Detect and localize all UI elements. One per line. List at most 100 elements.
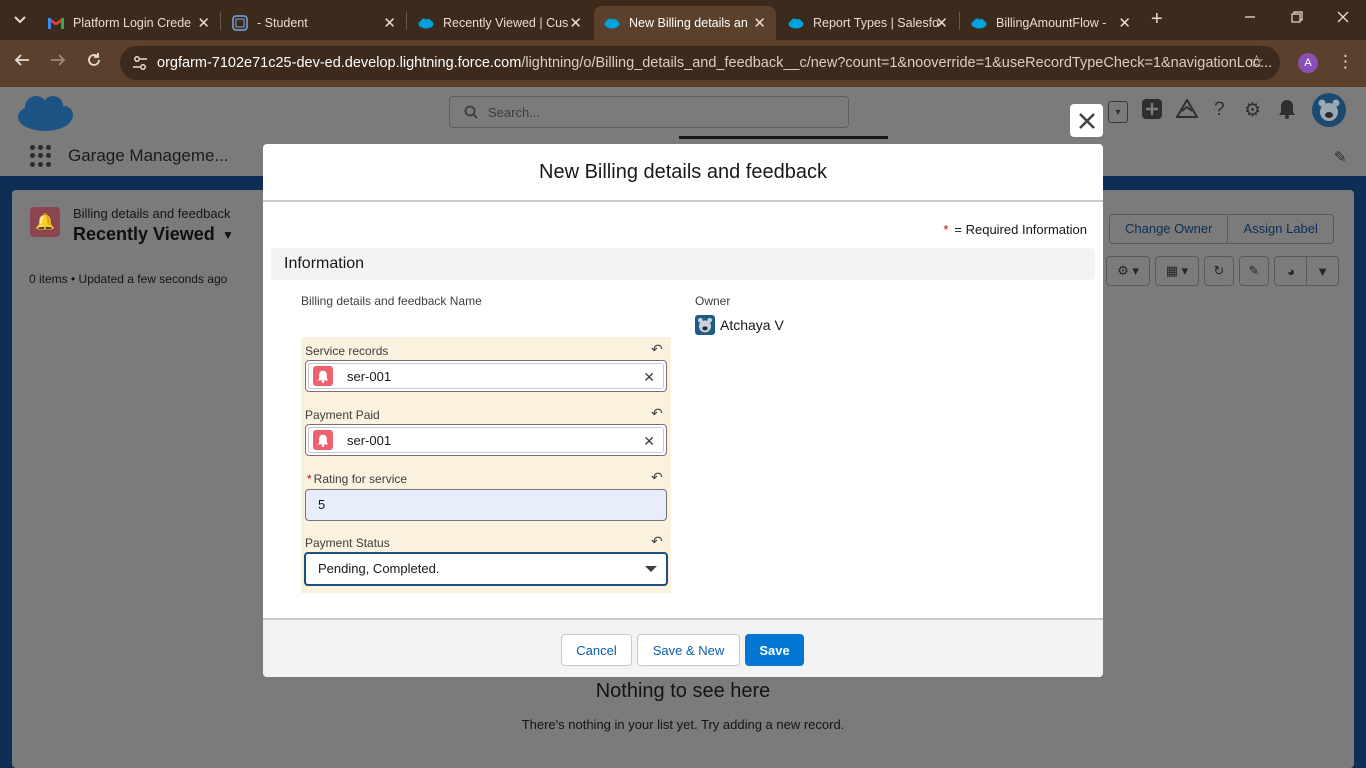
salesforce-icon [418, 15, 434, 31]
refresh-icon[interactable]: ↻ [1204, 256, 1234, 286]
save-and-new-button[interactable]: Save & New [637, 634, 740, 666]
salesforce-logo-icon[interactable] [16, 93, 74, 133]
tab-title: Report Types | Salesfo [813, 16, 940, 30]
tab-search-button[interactable] [8, 8, 32, 32]
reload-icon [88, 53, 100, 66]
search-icon [464, 105, 478, 119]
browser-tab-recently-viewed[interactable]: Recently Viewed | Cus ✕ [408, 6, 592, 40]
close-icon [1078, 112, 1095, 129]
bookmark-star-icon[interactable]: ☆ [1249, 52, 1264, 72]
profile-avatar[interactable]: A [1298, 53, 1318, 73]
close-window-button[interactable] [1337, 10, 1349, 26]
url-host: orgfarm-7102e71c25-dev-ed.develop.lightn… [157, 55, 522, 71]
record-bell-icon [313, 430, 333, 450]
undo-payment-paid-icon[interactable]: ↶ [651, 405, 663, 422]
browser-tab-gmail[interactable]: Platform Login Crede ✕ [38, 6, 220, 40]
list-settings-gear-icon[interactable]: ⚙ ▾ [1106, 256, 1150, 286]
bear-avatar-icon [1318, 99, 1340, 121]
payment-paid-value: ser-001 [347, 432, 392, 448]
student-icon [232, 15, 248, 31]
required-information-text: = Required Information [954, 222, 1087, 237]
cancel-button[interactable]: Cancel [561, 634, 632, 666]
url-path: /lightning/o/Billing_details_and_feedbac… [521, 55, 1273, 71]
tab-title: New Billing details an [629, 16, 748, 30]
service-records-lookup[interactable]: ser-001 ✕ [305, 360, 667, 392]
required-asterisk: * [943, 222, 949, 237]
record-bell-icon [313, 366, 333, 386]
edited-fields-group: Service records ↶ ser-001 ✕ Payment Paid… [301, 337, 671, 593]
clear-selection-icon[interactable]: ✕ [643, 369, 655, 386]
required-asterisk: * [307, 472, 312, 486]
restore-button[interactable] [1291, 10, 1303, 26]
clear-selection-icon[interactable]: ✕ [643, 433, 655, 450]
list-view-name[interactable]: Recently Viewed [73, 224, 215, 245]
browser-tab-new-billing[interactable]: New Billing details an ✕ [594, 6, 776, 40]
arrow-left-icon [14, 54, 29, 66]
browser-tab-billing-flow[interactable]: BillingAmountFlow - ✕ [961, 6, 1141, 40]
rating-label-text: Rating for service [313, 472, 408, 486]
global-search-input[interactable]: Search... [449, 96, 849, 128]
close-tab-icon[interactable]: ✕ [753, 14, 766, 32]
minimize-button[interactable] [1244, 10, 1256, 26]
service-records-value: ser-001 [347, 368, 392, 384]
salesforce-icon [971, 15, 987, 31]
back-button[interactable] [14, 52, 30, 73]
tab-title: BillingAmountFlow - [996, 16, 1107, 30]
undo-rating-icon[interactable]: ↶ [651, 469, 663, 486]
object-bell-icon: 🔔 [30, 207, 60, 237]
user-avatar[interactable] [1312, 93, 1346, 127]
filter-icon[interactable]: ▼ [1306, 256, 1339, 286]
edit-nav-pencil-icon[interactable]: ✎ [1334, 148, 1347, 166]
list-view-dropdown-icon[interactable]: ▼ [222, 228, 234, 242]
close-icon [1337, 11, 1349, 23]
forward-button[interactable] [50, 52, 66, 73]
change-owner-button[interactable]: Change Owner [1110, 215, 1227, 243]
new-tab-button[interactable]: + [1151, 9, 1163, 29]
salesforce-icon [604, 15, 620, 31]
help-icon[interactable]: ? [1214, 99, 1225, 121]
payment-paid-label: Payment Paid [305, 408, 380, 422]
reload-button[interactable] [86, 52, 102, 73]
modal-title: New Billing details and feedback [263, 144, 1103, 202]
global-actions-icon[interactable] [1142, 99, 1162, 125]
name-field-label: Billing details and feedback Name [301, 294, 482, 308]
close-tab-icon[interactable]: ✕ [569, 14, 582, 32]
owner-name: Atchaya V [720, 317, 784, 333]
sf-global-header: Search... ▾ ? ⚙ [0, 87, 1366, 140]
chart-icon[interactable]: ◕ [1274, 256, 1307, 286]
payment-status-select[interactable]: Pending, Completed. [304, 552, 668, 586]
assign-label-button[interactable]: Assign Label [1227, 215, 1332, 243]
required-information-legend: * = Required Information [943, 222, 1087, 237]
address-bar[interactable]: orgfarm-7102e71c25-dev-ed.develop.lightn… [120, 46, 1280, 80]
close-tab-icon[interactable]: ✕ [383, 14, 396, 32]
browser-tab-report-types[interactable]: Report Types | Salesfo ✕ [778, 6, 958, 40]
section-information[interactable]: Information [271, 248, 1095, 280]
close-tab-icon[interactable]: ✕ [1118, 14, 1131, 32]
display-as-table-icon[interactable]: ▦ ▾ [1155, 256, 1199, 286]
trailhead-icon[interactable] [1175, 98, 1199, 125]
close-tab-icon[interactable]: ✕ [197, 14, 210, 32]
modal-close-button[interactable] [1070, 104, 1103, 137]
site-settings-icon[interactable] [132, 55, 148, 71]
undo-payment-status-icon[interactable]: ↶ [651, 533, 663, 550]
undo-service-records-icon[interactable]: ↶ [651, 341, 663, 358]
app-launcher-icon[interactable] [30, 145, 52, 167]
notifications-bell-icon[interactable] [1278, 99, 1296, 125]
tab-title: Recently Viewed | Cus [443, 16, 569, 30]
new-record-modal: New Billing details and feedback * = Requ… [263, 144, 1103, 677]
modal-footer: Cancel Save & New Save [263, 618, 1103, 677]
favorites-dropdown-icon[interactable]: ▾ [1108, 101, 1128, 123]
arrow-right-icon [51, 54, 66, 66]
tab-title: - Student [257, 16, 308, 30]
payment-paid-lookup[interactable]: ser-001 ✕ [305, 424, 667, 456]
save-button[interactable]: Save [745, 634, 804, 666]
empty-state-title: Nothing to see here [595, 680, 771, 702]
browser-menu-icon[interactable]: ⋮ [1337, 52, 1354, 72]
setup-gear-icon[interactable]: ⚙ [1244, 99, 1261, 122]
search-placeholder: Search... [488, 104, 541, 120]
minimize-icon [1245, 16, 1255, 18]
rating-input[interactable]: 5 [305, 489, 667, 521]
inline-edit-pencil-icon[interactable]: ✎ [1239, 256, 1269, 286]
close-tab-icon[interactable]: ✕ [935, 14, 948, 32]
browser-tab-student[interactable]: - Student ✕ [222, 6, 406, 40]
